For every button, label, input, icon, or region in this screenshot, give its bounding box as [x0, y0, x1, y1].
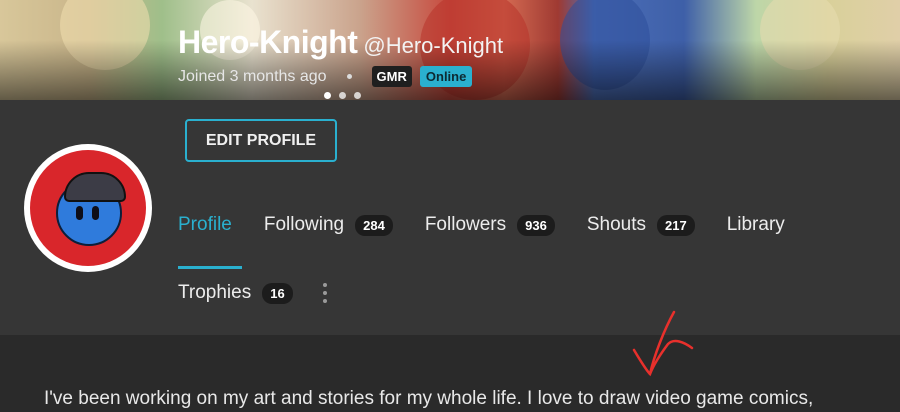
- active-tab-indicator: [178, 266, 242, 269]
- tab-following[interactable]: Following 284: [264, 214, 393, 236]
- banner-pager[interactable]: [324, 92, 361, 99]
- profile-tabs-secondary: Trophies 16: [178, 282, 327, 304]
- avatar-cap: [64, 172, 126, 202]
- following-count: 284: [355, 214, 393, 236]
- tab-label: Library: [726, 214, 785, 235]
- annotation-checkmark-icon: [632, 310, 694, 377]
- meta-row: Joined 3 months ago GMR Online: [178, 66, 473, 87]
- profile-banner: Hero-Knight @Hero-Knight Joined 3 months…: [0, 0, 900, 100]
- name-row: Hero-Knight @Hero-Knight: [178, 24, 503, 61]
- pager-dot[interactable]: [339, 92, 346, 99]
- avatar-eye: [92, 206, 99, 220]
- more-vertical-icon[interactable]: [322, 283, 327, 303]
- pager-dot[interactable]: [354, 92, 361, 99]
- tab-label: Trophies: [178, 282, 252, 303]
- tab-label: Followers: [424, 214, 507, 235]
- tab-followers[interactable]: Followers 936: [425, 214, 555, 236]
- followers-count: 936: [517, 214, 555, 236]
- gmr-badge: GMR: [371, 66, 412, 87]
- tab-label: Profile: [178, 214, 232, 235]
- tab-label: Following: [263, 214, 345, 235]
- pager-dot[interactable]: [324, 92, 331, 99]
- trophies-count: 16: [262, 282, 293, 304]
- tab-profile[interactable]: Profile: [178, 214, 232, 236]
- tab-trophies[interactable]: Trophies 16: [178, 282, 293, 304]
- edit-profile-button[interactable]: EDIT PROFILE: [185, 119, 337, 162]
- display-name: Hero-Knight: [178, 24, 358, 60]
- separator-dot: [346, 74, 352, 79]
- avatar-image: [30, 150, 146, 266]
- joined-text: Joined 3 months ago: [178, 67, 327, 85]
- user-handle: @Hero-Knight: [363, 33, 504, 58]
- tab-label: Shouts: [586, 214, 646, 235]
- shouts-count: 217: [657, 214, 695, 236]
- tab-library[interactable]: Library: [727, 214, 785, 236]
- tab-shouts[interactable]: Shouts 217: [587, 214, 695, 236]
- avatar-eye: [76, 206, 83, 220]
- profile-tabs: Profile Following 284 Followers 936 Shou…: [178, 214, 817, 236]
- avatar[interactable]: [24, 144, 152, 272]
- bio-text: I've been working on my art and stories …: [44, 388, 814, 409]
- online-badge: Online: [419, 66, 473, 87]
